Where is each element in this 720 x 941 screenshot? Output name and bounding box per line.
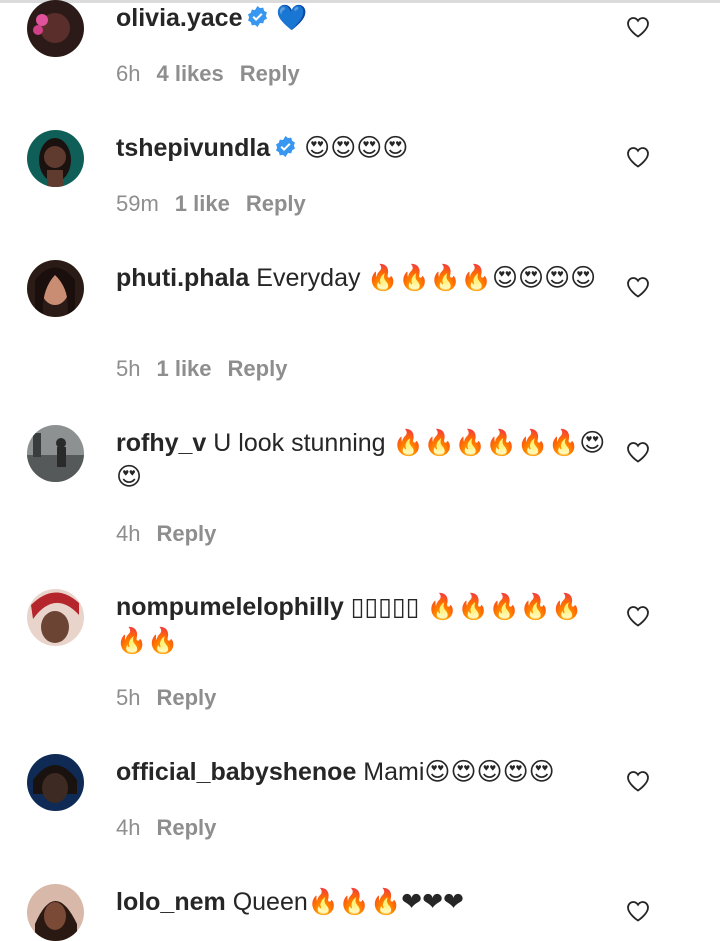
comment-time: 5h (116, 685, 141, 710)
comment-body: Everyday 🔥🔥🔥🔥😍😍😍😍 (249, 264, 597, 292)
verified-badge-icon (276, 135, 296, 158)
like-heart-icon[interactable] (626, 770, 650, 792)
comment-meta: 5h Reply (116, 685, 232, 711)
comment-time: 6h (116, 61, 141, 86)
likes-count[interactable]: 1 like (175, 191, 230, 216)
username[interactable]: rofhy_v (116, 429, 206, 457)
like-heart-icon[interactable] (626, 16, 650, 38)
comment-text: official_babyshenoe Mami😍😍😍😍😍 (116, 755, 606, 789)
comment-time: 59m (116, 191, 159, 216)
avatar[interactable] (27, 130, 84, 187)
comment-time: 4h (116, 815, 141, 840)
comment-time: 4h (116, 521, 141, 546)
comment-meta: 6h 4 likes Reply (116, 61, 316, 87)
username[interactable]: olivia.yace (116, 4, 242, 32)
reply-button[interactable]: Reply (156, 815, 216, 840)
comment-text: rofhy_v U look stunning 🔥🔥🔥🔥🔥🔥😍😍 (116, 426, 606, 494)
username[interactable]: phuti.phala (116, 264, 249, 292)
comment-body: Mami😍😍😍😍😍 (356, 758, 555, 786)
username[interactable]: official_babyshenoe (116, 758, 356, 786)
verified-badge-icon (248, 5, 268, 28)
avatar[interactable] (27, 589, 84, 646)
reply-button[interactable]: Reply (228, 356, 288, 381)
comment-text: olivia.yace 💙 (116, 1, 606, 35)
comment-time: 5h (116, 356, 141, 381)
reply-button[interactable]: Reply (246, 191, 306, 216)
reply-button[interactable]: Reply (156, 521, 216, 546)
avatar[interactable] (27, 754, 84, 811)
avatar[interactable] (27, 884, 84, 941)
like-heart-icon[interactable] (626, 276, 650, 298)
comment-meta: 4h Reply (116, 815, 232, 841)
username[interactable]: lolo_nem (116, 888, 226, 916)
reply-button[interactable]: Reply (240, 61, 300, 86)
likes-count[interactable]: 1 like (156, 356, 211, 381)
like-heart-icon[interactable] (626, 146, 650, 168)
username[interactable]: tshepivundla (116, 134, 270, 162)
comment-body: 😍😍😍😍 (297, 134, 409, 162)
comment-body: 💙 (269, 4, 308, 32)
comment-meta: 5h 1 like Reply (116, 356, 303, 382)
avatar[interactable] (27, 0, 84, 57)
comment-text: nompumelelophilly ▯▯▯▯▯ 🔥🔥🔥🔥🔥🔥🔥 (116, 590, 606, 658)
comment-text: lolo_nem Queen🔥🔥🔥❤❤❤ (116, 885, 606, 919)
comment-text: phuti.phala Everyday 🔥🔥🔥🔥😍😍😍😍 (116, 261, 606, 295)
like-heart-icon[interactable] (626, 605, 650, 627)
comment-text: tshepivundla 😍😍😍😍 (116, 131, 606, 165)
avatar[interactable] (27, 425, 84, 482)
avatar[interactable] (27, 260, 84, 317)
username[interactable]: nompumelelophilly (116, 593, 344, 621)
comment-meta: 59m 1 like Reply (116, 191, 322, 217)
comment-meta: 4h Reply (116, 521, 232, 547)
like-heart-icon[interactable] (626, 441, 650, 463)
like-heart-icon[interactable] (626, 900, 650, 922)
likes-count[interactable]: 4 likes (156, 61, 223, 86)
reply-button[interactable]: Reply (156, 685, 216, 710)
comment-body: Queen🔥🔥🔥❤❤❤ (225, 888, 464, 916)
